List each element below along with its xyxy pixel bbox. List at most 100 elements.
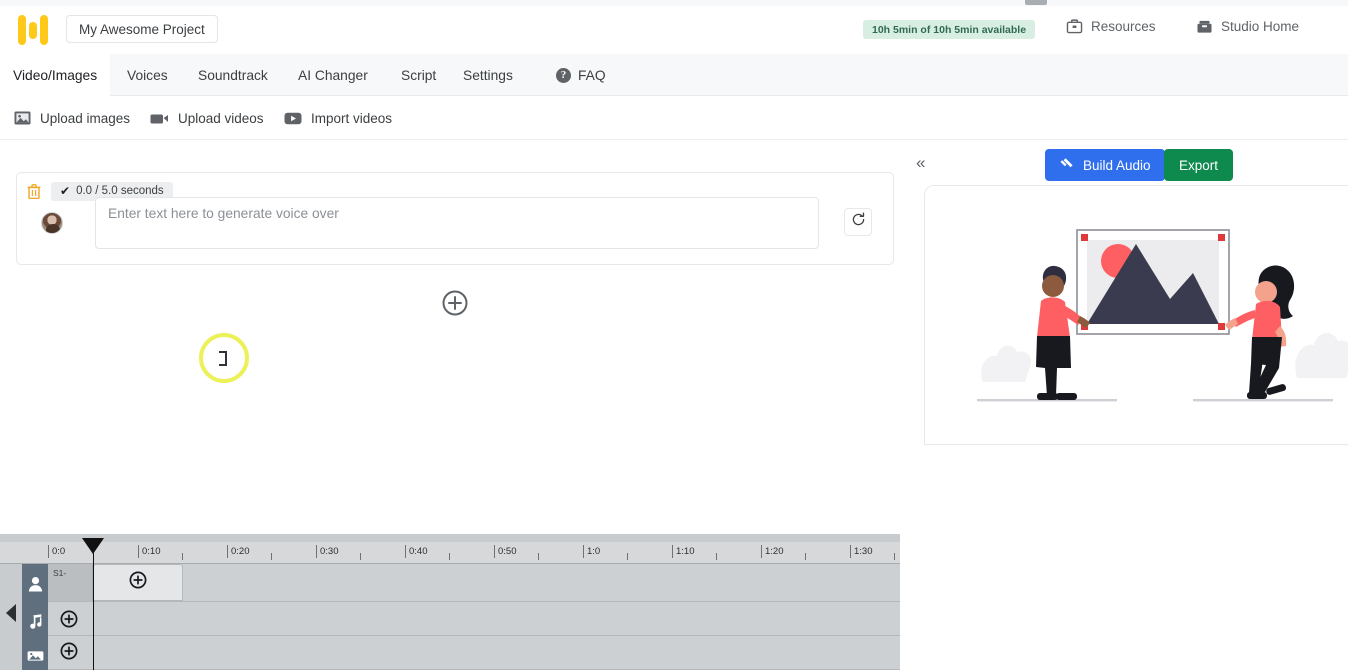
briefcase-icon <box>1066 19 1083 34</box>
ruler-tick <box>449 553 450 560</box>
check-icon: ✔ <box>60 184 71 198</box>
tab-ai-changer[interactable]: AI Changer <box>285 54 381 96</box>
upload-videos-button[interactable]: Upload videos <box>150 96 264 140</box>
add-media-clip-button[interactable] <box>60 642 78 660</box>
ruler-tick <box>716 553 717 560</box>
resources-link[interactable]: Resources <box>1066 19 1156 34</box>
studio-home-label: Studio Home <box>1221 19 1300 34</box>
chevron-double-left-icon: « <box>916 153 926 172</box>
quota-badge: 10h 5min of 10h 5min available <box>863 20 1036 39</box>
timeline-track-media[interactable] <box>48 636 900 670</box>
ruler-tick <box>182 553 183 560</box>
tab-settings-label: Settings <box>463 67 513 83</box>
tab-soundtrack-label: Soundtrack <box>198 67 268 83</box>
tab-soundtrack[interactable]: Soundtrack <box>185 54 281 96</box>
ruler-tick <box>538 553 539 560</box>
tab-script-label: Script <box>401 67 437 83</box>
scene-card: ✔ 0.0 / 5.0 seconds <box>16 172 894 265</box>
import-videos-label: Import videos <box>311 110 393 126</box>
tab-video-images-label: Video/Images <box>13 67 98 83</box>
ruler-label-9: 1:30 <box>850 545 873 558</box>
preview-illustration <box>925 186 1348 444</box>
upload-videos-label: Upload videos <box>178 110 264 126</box>
voice-avatar[interactable] <box>41 212 63 234</box>
app-root: My Awesome Project 10h 5min of 10h 5min … <box>0 0 1348 670</box>
timeline-collapse-arrow[interactable] <box>6 604 16 622</box>
music-note-icon[interactable] <box>27 614 44 630</box>
ruler-label-1: 0:10 <box>138 545 161 558</box>
ruler-tick <box>271 553 272 560</box>
ruler-tick <box>627 553 628 560</box>
preview-empty-area <box>900 445 1348 670</box>
project-name-field[interactable]: My Awesome Project <box>66 15 218 43</box>
build-audio-button[interactable]: Build Audio <box>1045 149 1165 181</box>
ruler-label-5: 0:50 <box>494 545 517 558</box>
tab-faq-label: FAQ <box>578 67 606 83</box>
timeline-track-music[interactable] <box>48 602 900 636</box>
scene-duration-text: 0.0 / 5.0 seconds <box>76 185 164 197</box>
media-toolbar: Upload images Upload videos Import video… <box>0 96 1348 140</box>
text-cursor <box>219 351 227 366</box>
ruler-tick <box>805 553 806 560</box>
ruler-tick <box>360 553 361 560</box>
timeline-panel: 0:0 0:10 0:20 0:30 0:40 0:50 1:0 1:10 1:… <box>0 534 900 670</box>
export-button[interactable]: Export <box>1164 149 1234 181</box>
trash-icon[interactable] <box>27 183 41 199</box>
app-logo[interactable] <box>16 13 50 47</box>
tab-ai-changer-label: AI Changer <box>298 67 368 83</box>
resources-label: Resources <box>1091 19 1156 34</box>
ruler-label-3: 0:30 <box>316 545 339 558</box>
image-icon <box>14 111 31 125</box>
voice-over-text-input[interactable] <box>95 197 819 249</box>
tab-script[interactable]: Script <box>388 54 449 96</box>
cursor-highlight-ring <box>199 333 249 383</box>
tab-settings[interactable]: Settings <box>450 54 526 96</box>
timeline-ruler[interactable]: 0:0 0:10 0:20 0:30 0:40 0:50 1:0 1:10 1:… <box>0 542 900 564</box>
inbox-icon <box>1196 19 1213 34</box>
ruler-label-7: 1:10 <box>672 545 695 558</box>
voice-clip-label: S1- <box>53 568 67 578</box>
export-label: Export <box>1179 157 1219 173</box>
tab-voices[interactable]: Voices <box>114 54 181 96</box>
ruler-label-4: 0:40 <box>405 545 428 558</box>
video-camera-icon <box>150 112 169 125</box>
logo-bar-middle <box>29 21 37 39</box>
editor-empty-area <box>0 430 900 534</box>
upload-images-button[interactable]: Upload images <box>14 96 130 140</box>
studio-home-link[interactable]: Studio Home <box>1196 19 1299 34</box>
hammer-icon <box>1059 156 1075 175</box>
add-music-clip-button[interactable] <box>60 610 78 628</box>
logo-bar-left <box>18 15 26 45</box>
preview-panel: « Build Audio Export <box>900 140 1348 445</box>
build-audio-label: Build Audio <box>1083 157 1151 173</box>
timeline-playhead[interactable] <box>82 538 104 670</box>
timeline-track-voice[interactable]: S1- <box>48 564 900 602</box>
top-strip-nub <box>1025 0 1047 5</box>
tab-video-images[interactable]: Video/Images <box>0 54 111 96</box>
youtube-icon <box>284 112 302 125</box>
main-tab-bar: Video/Images Voices Soundtrack AI Change… <box>0 54 1348 96</box>
ruler-label-2: 0:20 <box>227 545 250 558</box>
add-scene-button[interactable] <box>440 288 470 318</box>
add-clip-icon[interactable] <box>129 571 147 594</box>
refresh-icon <box>851 212 866 232</box>
import-videos-button[interactable]: Import videos <box>284 96 392 140</box>
ruler-label-8: 1:20 <box>761 545 784 558</box>
quota-badge-text: 10h 5min of 10h 5min available <box>872 23 1027 36</box>
logo-bar-right <box>40 15 48 45</box>
upload-images-label: Upload images <box>40 110 131 126</box>
collapse-panel-button[interactable]: « <box>916 154 925 171</box>
track-clip-label: S1- <box>48 564 93 601</box>
person-icon[interactable] <box>27 576 44 592</box>
tab-faq[interactable]: ? FAQ <box>543 54 619 96</box>
project-name-text: My Awesome Project <box>79 21 205 37</box>
track-type-rail <box>22 564 48 670</box>
ruler-tick <box>894 553 895 560</box>
ruler-label-6: 1:0 <box>583 545 600 558</box>
question-circle-icon: ? <box>556 67 571 83</box>
playhead-handle[interactable] <box>82 538 104 554</box>
timeline-clip[interactable] <box>93 564 183 601</box>
video-preview-stage[interactable] <box>924 185 1348 445</box>
regenerate-button[interactable] <box>844 208 872 236</box>
film-icon[interactable] <box>27 648 44 664</box>
